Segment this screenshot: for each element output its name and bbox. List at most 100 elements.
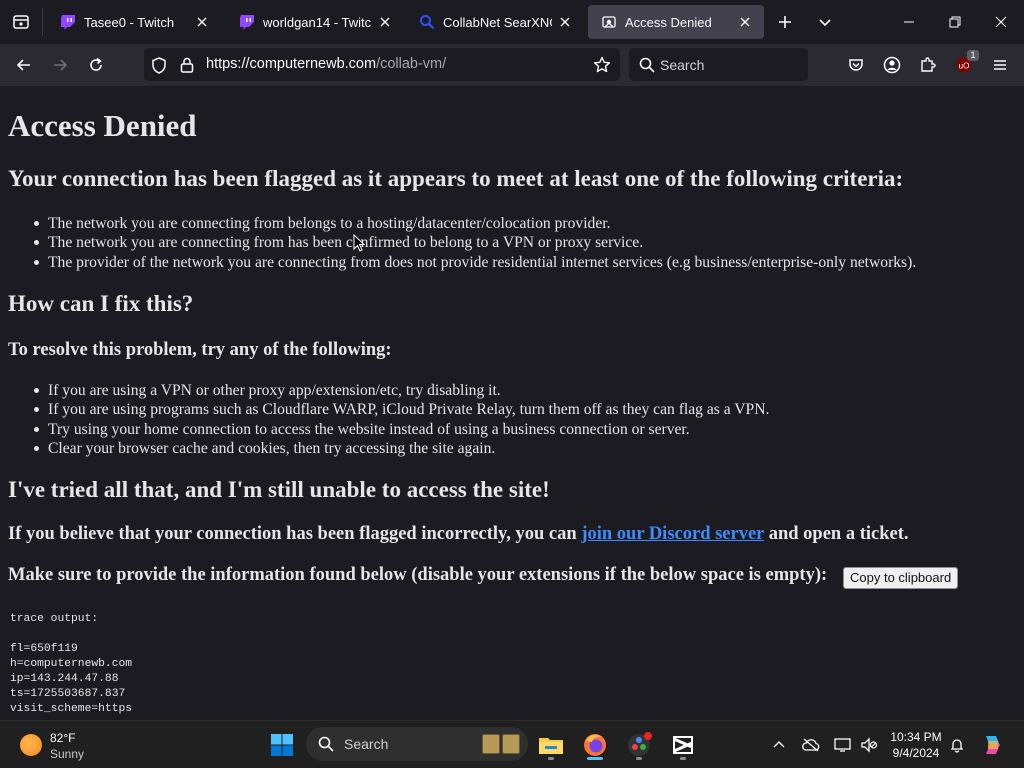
- copilot-icon: [986, 736, 1000, 754]
- copy-to-clipboard-button[interactable]: Copy to clipboard: [843, 567, 959, 589]
- twitch-icon: [60, 14, 76, 30]
- ublock-extension-button[interactable]: uO 1: [949, 50, 979, 80]
- resolve-heading: To resolve this problem, try any of the …: [8, 340, 392, 360]
- list-all-tabs-button[interactable]: [811, 8, 839, 36]
- windows-logo-icon: [271, 734, 293, 756]
- tray-volume-button[interactable]: [859, 735, 879, 755]
- page-content: Access Denied Your connection has been f…: [0, 86, 1024, 720]
- forward-button[interactable]: [45, 50, 75, 80]
- close-tab-icon[interactable]: [193, 13, 211, 31]
- firefox-icon: [584, 734, 606, 756]
- discord-paragraph: If you believe that your connection has …: [8, 524, 909, 545]
- cloud-off-icon: [802, 738, 820, 752]
- search-icon: [638, 56, 656, 74]
- minimize-button[interactable]: [886, 0, 932, 44]
- fix-heading: How can I fix this?: [8, 291, 194, 316]
- list-item: The provider of the network you are conn…: [33, 253, 917, 271]
- search-icon: [317, 735, 335, 753]
- file-explorer-taskbar-button[interactable]: [533, 727, 569, 763]
- list-item: Try using your home connection to access…: [33, 420, 769, 439]
- tab-title: CollabNet SearXNG: [443, 14, 552, 30]
- trace-output: trace output: fl=650f119 h=computernewb.…: [10, 612, 132, 717]
- list-item: The network you are connecting from has …: [33, 233, 916, 252]
- lock-icon[interactable]: [178, 56, 196, 74]
- url-text[interactable]: https://computernewb.com/collab-vm/: [206, 56, 446, 72]
- firefox-view-button[interactable]: [0, 0, 42, 44]
- criteria-heading: Your connection has been flagged as it a…: [8, 166, 904, 191]
- bookmark-star-icon[interactable]: [593, 56, 611, 74]
- extensions-button[interactable]: [913, 50, 943, 80]
- firefox-view-icon: [13, 15, 29, 29]
- list-item: If you are using a VPN or other proxy ap…: [33, 381, 769, 400]
- back-button[interactable]: [9, 50, 39, 80]
- tray-display-button[interactable]: [833, 735, 853, 755]
- taskbar-search-label: Search: [344, 736, 389, 752]
- trace-line: trace output:: [10, 613, 99, 625]
- plus-icon: [779, 16, 791, 28]
- app-taskbar-button[interactable]: [621, 727, 657, 763]
- search-bar[interactable]: Search: [629, 48, 808, 81]
- taskbar-indicator: [548, 757, 554, 760]
- list-item: The network you are connecting from belo…: [33, 214, 916, 233]
- capcut-taskbar-button[interactable]: [665, 727, 701, 763]
- taskbar-search[interactable]: Search: [306, 727, 528, 761]
- copilot-button[interactable]: [979, 731, 1007, 759]
- close-window-button[interactable]: [978, 0, 1024, 44]
- page-icon: [601, 14, 617, 30]
- searxng-icon: [419, 14, 435, 30]
- url-bar[interactable]: https://computernewb.com/collab-vm/: [144, 48, 620, 81]
- show-hidden-icons-button[interactable]: [769, 735, 789, 755]
- search-highlight-icon: [482, 734, 520, 754]
- tab-strip: Tasee0 - Twitch worldgan14 - Twitch Coll…: [0, 0, 1024, 44]
- list-item: Clear your browser cache and cookies, th…: [33, 439, 769, 458]
- system-clock[interactable]: 10:34 PM 9/4/2024: [886, 729, 946, 761]
- shield-icon[interactable]: [150, 56, 168, 74]
- extension-badge: 1: [967, 50, 979, 61]
- clock-date: 9/4/2024: [892, 746, 940, 760]
- tab-tasee0-twitch[interactable]: Tasee0 - Twitch: [47, 5, 221, 39]
- windows-taskbar: 82°F Sunny Search 10:34 PM 9/4/2024: [0, 720, 1024, 768]
- trace-line: h=computernewb.com: [10, 658, 133, 670]
- close-tab-icon[interactable]: [556, 13, 574, 31]
- page-title: Access Denied: [8, 108, 197, 143]
- discord-link[interactable]: join our Discord server: [581, 524, 764, 544]
- taskbar-indicator-active: [587, 757, 603, 760]
- tab-worldgan14-twitch[interactable]: worldgan14 - Twitch: [226, 5, 404, 39]
- firefox-taskbar-button[interactable]: [577, 727, 613, 763]
- url-path: /collab-vm/: [376, 56, 447, 72]
- navigation-toolbar: https://computernewb.com/collab-vm/ Sear…: [0, 44, 1024, 86]
- weather-temperature: 82°F: [50, 731, 76, 745]
- twitch-icon: [239, 14, 255, 30]
- speaker-muted-icon: [861, 737, 878, 753]
- account-button[interactable]: [877, 50, 907, 80]
- trace-line: visit_scheme=https: [10, 703, 133, 715]
- reload-button[interactable]: [81, 50, 111, 80]
- tab-title: Access Denied: [625, 14, 712, 30]
- bell-icon: [950, 739, 964, 753]
- search-placeholder: Search: [660, 57, 705, 73]
- new-tab-button[interactable]: [771, 8, 799, 36]
- pocket-button[interactable]: [841, 50, 871, 80]
- weather-widget[interactable]: 82°F Sunny: [16, 729, 106, 763]
- tab-access-denied[interactable]: Access Denied: [588, 5, 764, 39]
- back-arrow-icon: [16, 59, 30, 71]
- provide-info-text: Make sure to provide the information fou…: [8, 565, 828, 585]
- mouse-cursor-icon: [353, 234, 365, 252]
- folder-icon: [539, 738, 563, 754]
- start-button[interactable]: [264, 727, 300, 763]
- capcut-icon: [673, 736, 693, 754]
- app-menu-button[interactable]: [985, 50, 1015, 80]
- clock-time: 10:34 PM: [890, 730, 942, 744]
- list-item: If you are using programs such as Cloudf…: [33, 401, 770, 419]
- notifications-button[interactable]: [947, 735, 967, 755]
- tab-collabnet-searxng[interactable]: CollabNet SearXNG: [406, 5, 584, 39]
- close-tab-icon[interactable]: [376, 13, 394, 31]
- restore-button[interactable]: [932, 0, 978, 44]
- pocket-icon: [849, 59, 863, 71]
- minimize-icon: [904, 21, 914, 23]
- svg-text:uO: uO: [959, 62, 970, 71]
- tab-title: Tasee0 - Twitch: [84, 14, 175, 30]
- criteria-list: The network you are connecting from belo…: [33, 214, 917, 272]
- close-tab-icon[interactable]: [736, 13, 754, 31]
- tray-cloud-button[interactable]: [801, 735, 821, 755]
